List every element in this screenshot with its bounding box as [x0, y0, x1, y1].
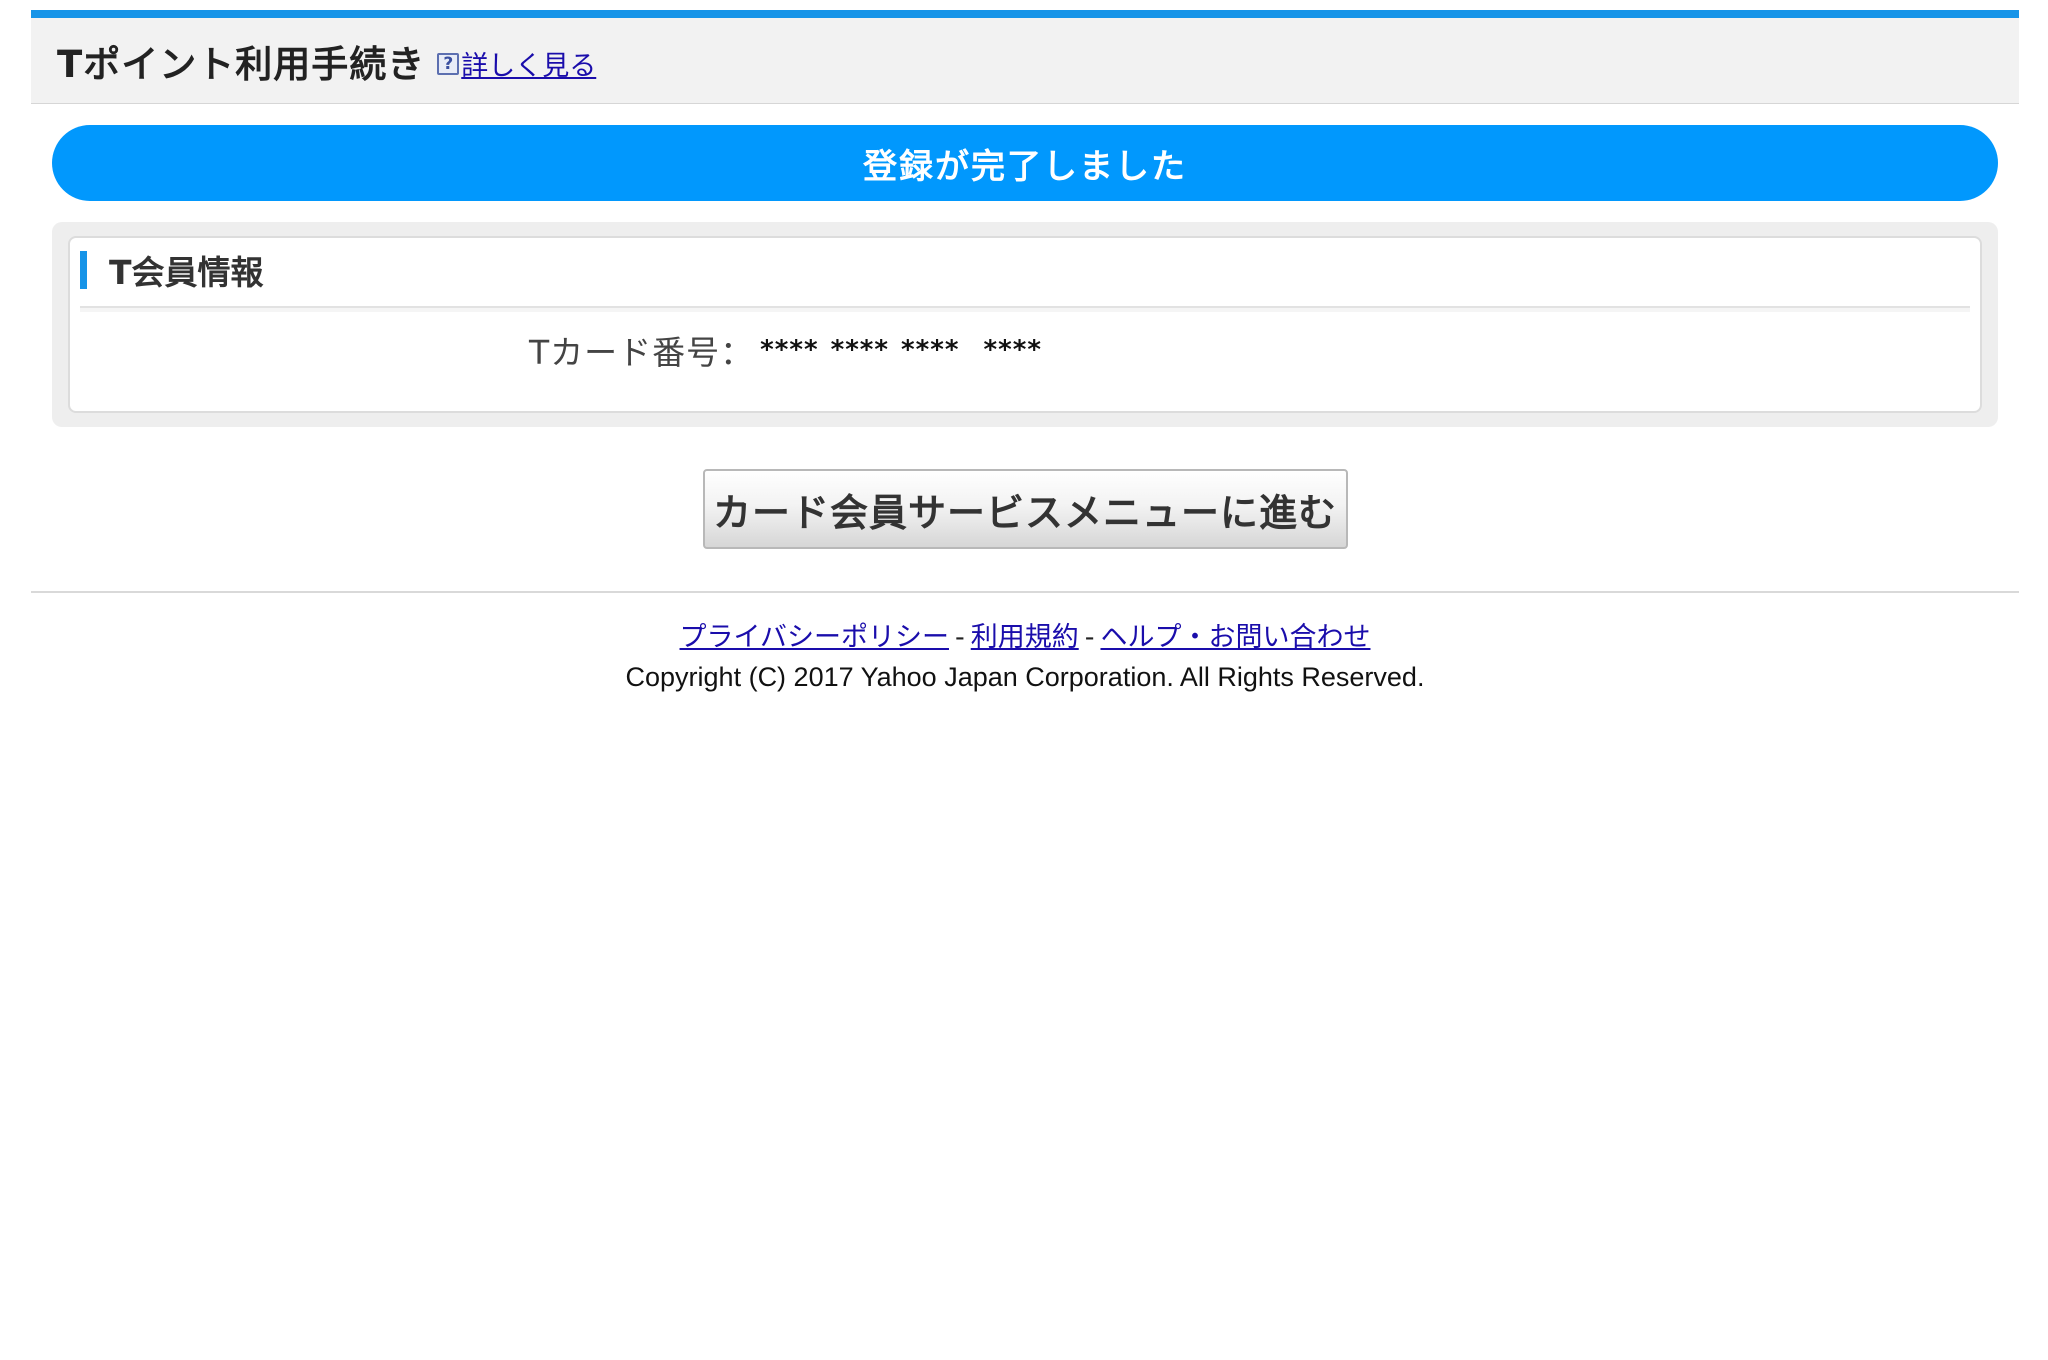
- section-heading: T会員情報: [80, 246, 1970, 294]
- member-info-card: T会員情報 Tカード番号： **** **** **** ****: [68, 236, 1982, 413]
- help-link-group[interactable]: ? 詳しく見る: [437, 44, 596, 83]
- page-title: Tポイント利用手続き: [57, 42, 426, 86]
- heading-accent-bar: [80, 251, 87, 289]
- question-mark-icon[interactable]: ?: [437, 52, 460, 75]
- card-number-row: Tカード番号： **** **** **** ****: [80, 312, 1970, 388]
- footer-separator: -: [1084, 622, 1095, 653]
- card-number-label: Tカード番号：: [529, 333, 755, 372]
- help-link[interactable]: 詳しく見る: [461, 44, 596, 83]
- privacy-policy-link[interactable]: プライバシーポリシー: [680, 622, 949, 653]
- button-row: カード会員サービスメニューに進む: [31, 469, 2019, 549]
- main-container: Tポイント利用手続き ? 詳しく見る 登録が完了しました T会員情報 Tカード番…: [31, 10, 2019, 693]
- footer-divider: [31, 591, 2019, 593]
- page: Tポイント利用手続き ? 詳しく見る 登録が完了しました T会員情報 Tカード番…: [0, 0, 2048, 1360]
- terms-link[interactable]: 利用規約: [971, 622, 1079, 653]
- completion-banner: 登録が完了しました: [52, 125, 1998, 201]
- footer-links: プライバシーポリシー - 利用規約 - ヘルプ・お問い合わせ: [31, 615, 2019, 654]
- member-info-heading: T会員情報: [109, 253, 264, 292]
- card-number-value: **** **** **** ****: [760, 335, 1042, 365]
- page-header: Tポイント利用手続き ? 詳しく見る: [31, 18, 2019, 104]
- help-contact-link[interactable]: ヘルプ・お問い合わせ: [1100, 622, 1370, 653]
- member-info-panel: T会員情報 Tカード番号： **** **** **** ****: [52, 222, 1998, 427]
- service-menu-button[interactable]: カード会員サービスメニューに進む: [702, 469, 1348, 549]
- top-accent-bar: [31, 10, 2019, 18]
- copyright-text: Copyright (C) 2017 Yahoo Japan Corporati…: [625, 662, 1425, 692]
- footer-separator: -: [954, 622, 965, 653]
